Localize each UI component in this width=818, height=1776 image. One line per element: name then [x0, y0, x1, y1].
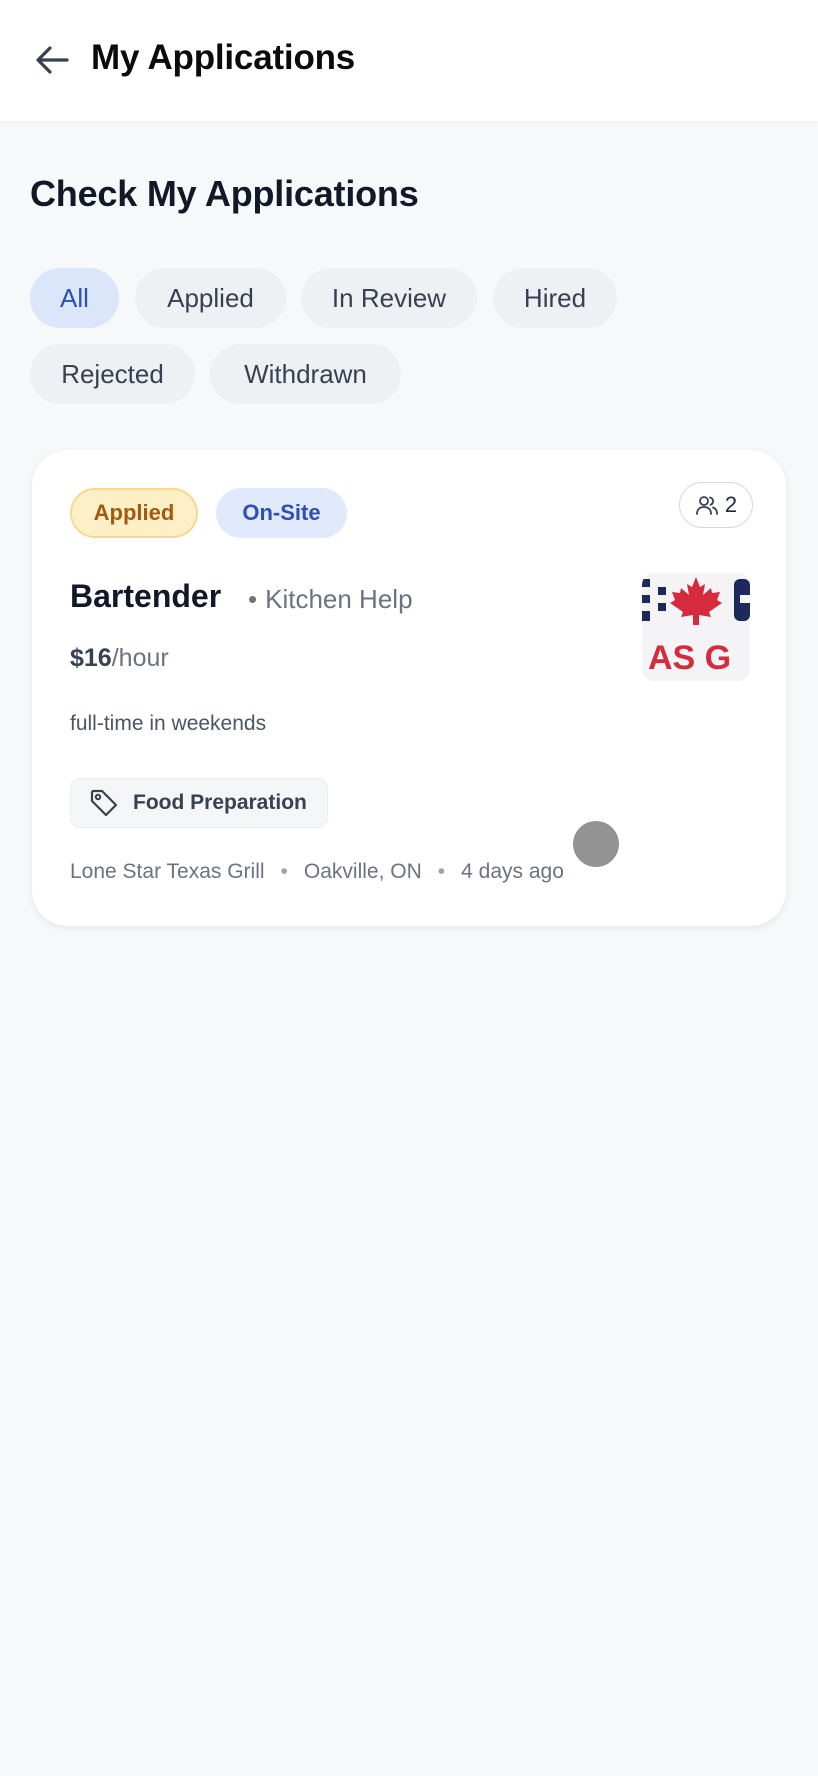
meta-separator: •: [280, 860, 288, 883]
logo-text: AS G: [648, 639, 731, 677]
arrow-left-icon: [36, 46, 69, 74]
job-title: Bartender: [70, 578, 222, 614]
pay-amount: $16: [70, 644, 112, 672]
filter-chip-rejected[interactable]: Rejected: [30, 344, 195, 404]
skill-tag: Food Preparation: [70, 778, 328, 828]
work-mode-badge: On-Site: [216, 488, 347, 538]
filter-chip-applied[interactable]: Applied: [135, 268, 286, 328]
touch-indicator: [573, 821, 619, 867]
posted-time: 4 days ago: [461, 860, 564, 883]
application-card[interactable]: Applied On-Site 2 Bartender • Kitchen Hel…: [32, 450, 786, 926]
page-title: My Applications: [91, 38, 356, 77]
app-bar: My Applications: [0, 0, 818, 121]
filter-chip-hired[interactable]: Hired: [493, 268, 617, 328]
pay-rate: $16/hour: [70, 644, 169, 673]
job-location: Oakville, ON: [303, 860, 422, 883]
employer-logo: AS G: [642, 573, 750, 681]
category-separator: •: [248, 584, 258, 614]
back-button[interactable]: [30, 40, 74, 80]
filter-chip-in-review[interactable]: In Review: [301, 268, 477, 328]
job-category: • Kitchen Help: [248, 584, 413, 615]
applicant-count: 2: [724, 492, 738, 517]
pay-unit: /hour: [111, 644, 169, 672]
section-title: Check My Applications: [30, 173, 419, 214]
tag-icon: [90, 789, 118, 817]
status-badge: Applied: [70, 488, 198, 538]
filter-chip-withdrawn[interactable]: Withdrawn: [210, 344, 401, 404]
meta-separator: •: [437, 860, 446, 883]
job-meta: Lone Star Texas Grill • Oakville, ON • 4…: [70, 860, 564, 884]
skill-label: Food Preparation: [133, 791, 307, 814]
applicant-count-badge: 2: [679, 482, 753, 528]
employer-name: Lone Star Texas Grill: [70, 860, 265, 883]
job-category-label: Kitchen Help: [265, 584, 413, 614]
users-icon: [695, 496, 718, 515]
job-description: full-time in weekends: [70, 712, 267, 735]
filter-chip-all[interactable]: All: [30, 268, 119, 328]
